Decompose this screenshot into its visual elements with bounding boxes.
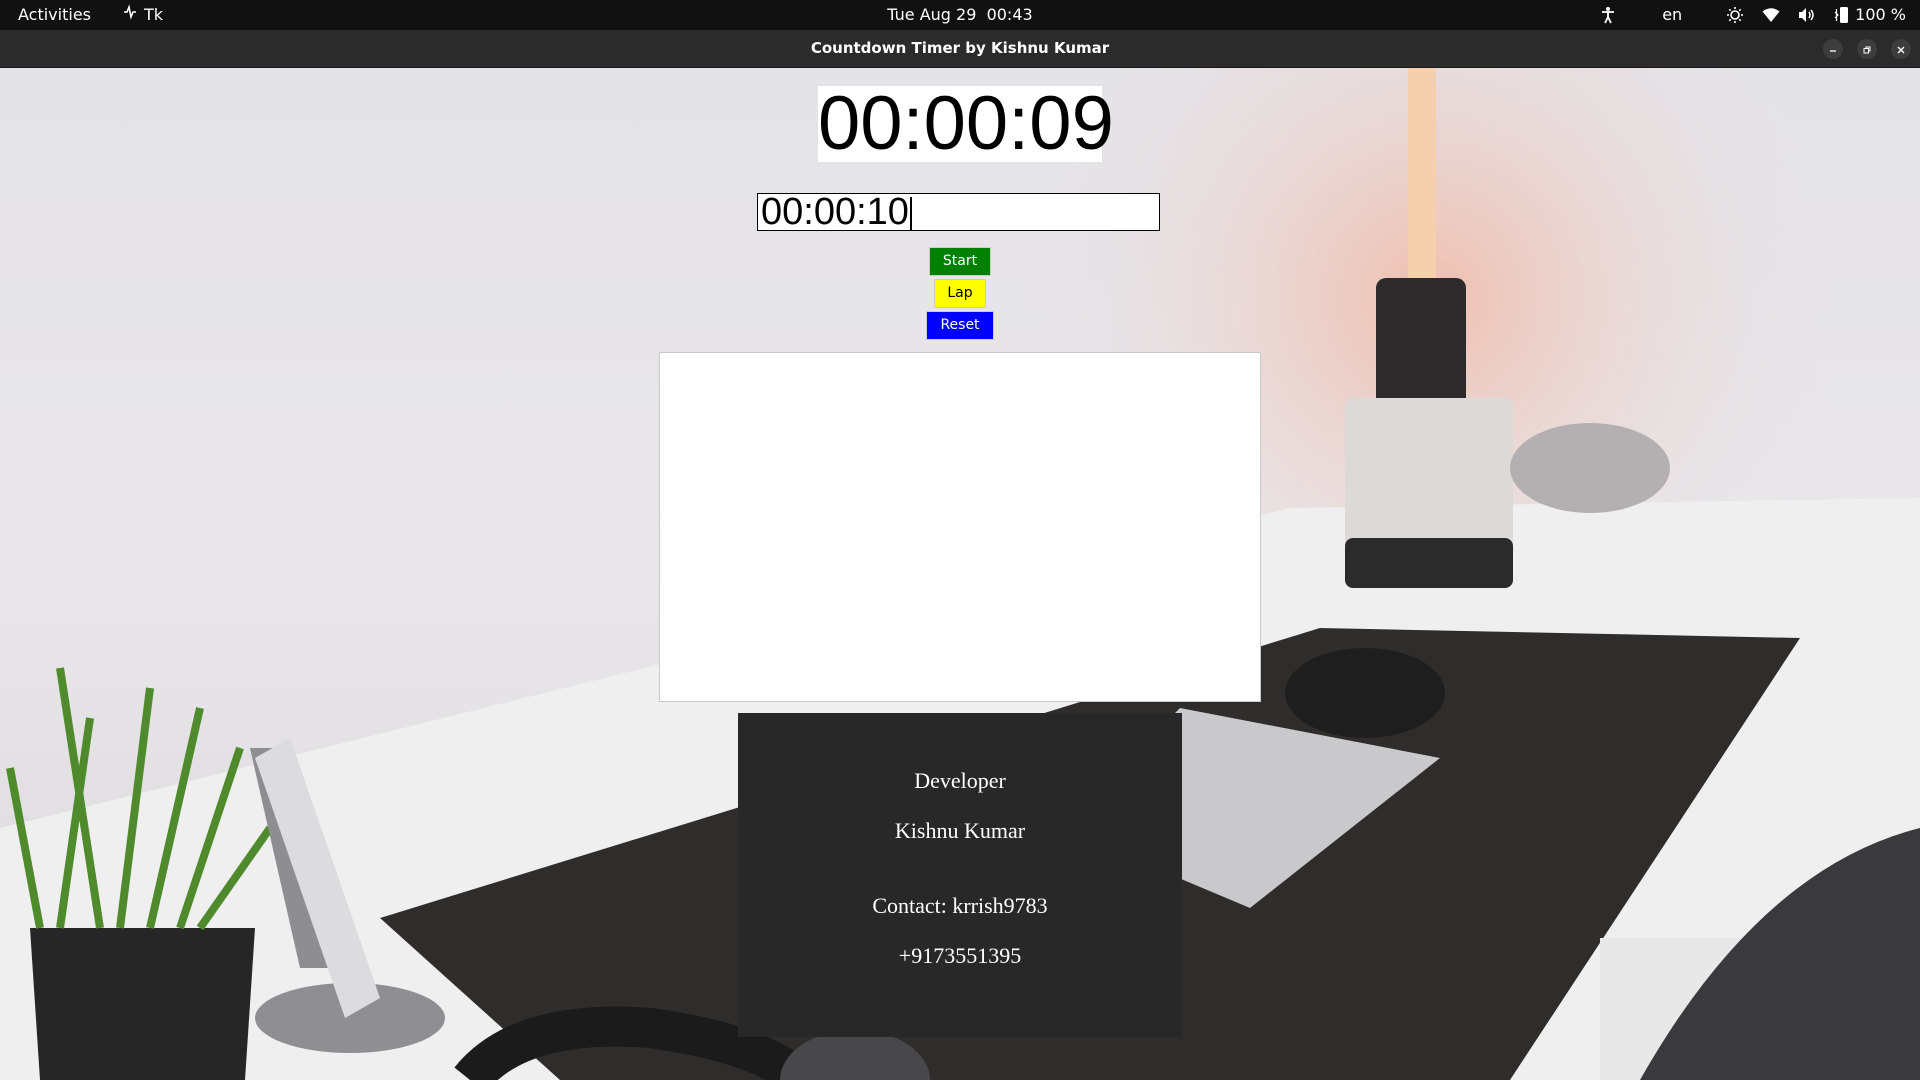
developer-phone: +9173551395 [898, 943, 1022, 968]
window-titlebar[interactable]: Countdown Timer by Kishnu Kumar [0, 30, 1920, 68]
countdown-display: 00:00:09 [818, 81, 1114, 166]
time-input[interactable]: 00:00:10 [757, 193, 1160, 231]
maximize-button[interactable] [1857, 39, 1877, 59]
volume-icon [1798, 7, 1816, 23]
minimize-icon [1828, 40, 1838, 59]
window-title: Countdown Timer by Kishnu Kumar [810, 39, 1110, 57]
restore-icon [1862, 40, 1872, 59]
developer-heading: Developer [914, 768, 1006, 793]
close-button[interactable] [1891, 39, 1911, 59]
close-icon [1896, 40, 1906, 59]
developer-panel: Developer Kishnu Kumar Contact: krrish97… [738, 713, 1182, 1037]
battery-indicator: 100 % [1834, 0, 1906, 30]
reset-button[interactable]: Reset [926, 311, 994, 340]
lap-button[interactable]: Lap [934, 279, 986, 308]
accessibility-icon[interactable] [1600, 6, 1616, 24]
time-input-value: 00:00:10 [761, 191, 909, 233]
battery-icon [1834, 6, 1850, 24]
clock-label: Tue Aug 29 00:43 [887, 5, 1033, 24]
lap-listbox[interactable] [659, 352, 1261, 702]
language-indicator[interactable]: en [1662, 0, 1682, 30]
system-tray[interactable]: en 100 % [1600, 0, 1906, 30]
top-bar: Activities Tk Tue Aug 29 00:43 en 100 % [0, 0, 1920, 30]
developer-contact: Contact: krrish9783 [872, 893, 1048, 918]
developer-name: Kishnu Kumar [894, 818, 1026, 843]
app-window-content: 00:00:09 00:00:10 Start Lap Reset Develo… [0, 68, 1920, 1080]
text-caret [909, 197, 912, 230]
minimize-button[interactable] [1823, 39, 1843, 59]
wifi-icon [1762, 7, 1780, 23]
start-button[interactable]: Start [929, 247, 991, 276]
brightness-icon [1726, 6, 1744, 24]
battery-label: 100 % [1855, 5, 1906, 24]
